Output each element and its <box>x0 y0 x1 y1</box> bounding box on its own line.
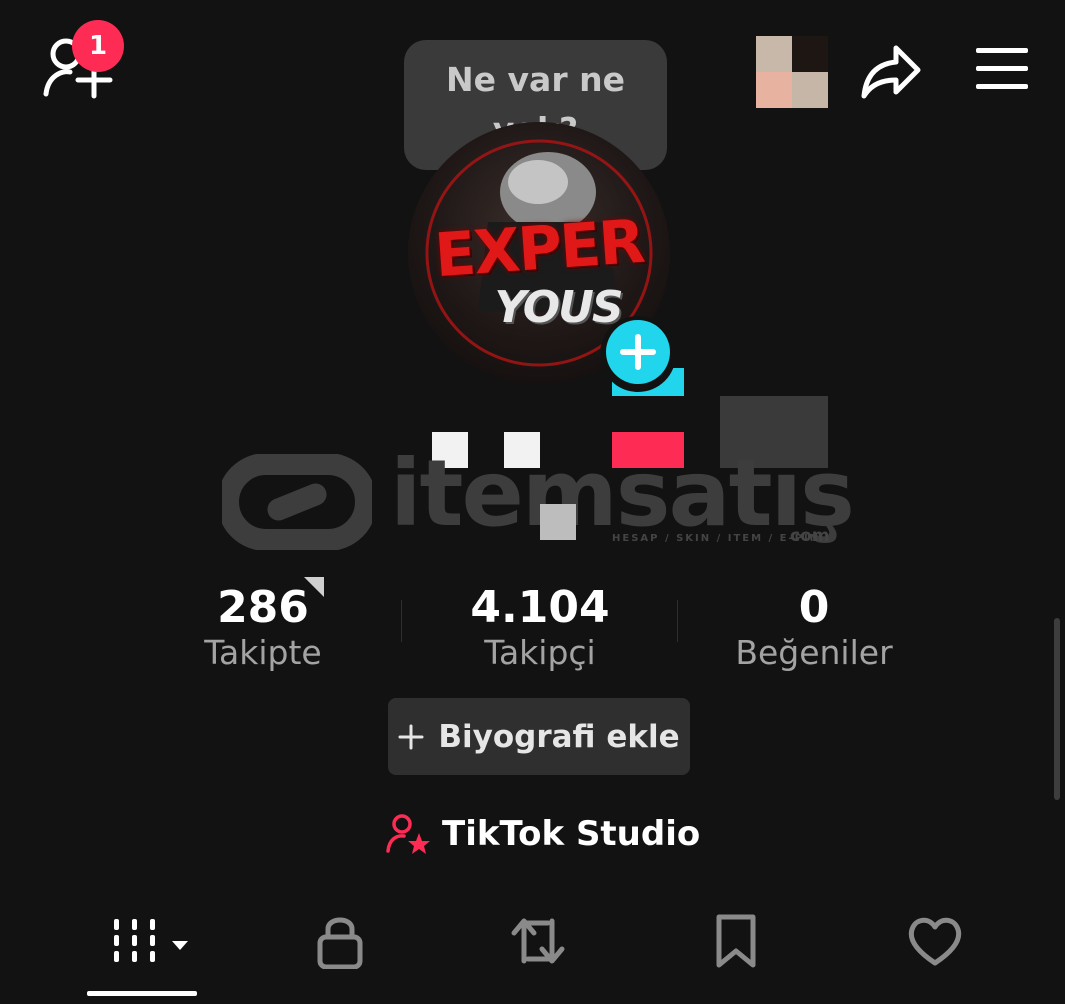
stat-followers[interactable]: 4.104 Takipçi <box>440 582 640 672</box>
censored-thumbnail[interactable] <box>756 36 828 108</box>
videos-tab[interactable] <box>106 908 196 974</box>
hamburger-icon <box>976 48 1028 89</box>
watermark-suffix: com <box>790 526 830 546</box>
liked-tab[interactable] <box>895 908 975 974</box>
watermark-link-icon <box>217 453 377 551</box>
stat-value: 4.104 <box>470 582 610 633</box>
add-bio-label: Biyografi ekle <box>438 718 680 755</box>
stat-label: Beğeniler <box>735 633 893 672</box>
reposts-tab[interactable] <box>498 908 578 974</box>
grid-bars-icon <box>114 919 188 962</box>
repost-icon <box>511 918 565 964</box>
stat-value: 0 <box>798 582 830 633</box>
stat-label: Takipte <box>204 633 322 672</box>
add-bio-button[interactable]: Biyografi ekle <box>388 698 690 775</box>
censored-block <box>540 504 576 540</box>
heart-icon <box>908 917 962 966</box>
watermark-text: itemsatış <box>390 440 855 547</box>
notification-badge: 1 <box>72 20 124 72</box>
private-tab[interactable] <box>300 908 380 974</box>
active-tab-indicator <box>87 991 197 996</box>
stat-label: Takipçi <box>484 633 596 672</box>
avatar-add-button[interactable] <box>596 316 684 396</box>
stat-likes[interactable]: 0 Beğeniler <box>724 582 904 672</box>
studio-label: TikTok Studio <box>442 814 701 854</box>
favorites-tab[interactable] <box>696 908 776 974</box>
person-star-icon <box>386 814 430 854</box>
scrollbar[interactable] <box>1054 618 1060 800</box>
watermark-tagline: HESAP / SKIN / ITEM / E-PIN <box>612 533 821 544</box>
menu-button[interactable] <box>972 46 1032 92</box>
plus-icon <box>398 724 424 749</box>
lock-icon <box>317 917 363 969</box>
plus-icon <box>600 316 684 396</box>
stat-divider <box>677 600 678 642</box>
corner-mark <box>304 577 324 597</box>
tiktok-studio-link[interactable]: TikTok Studio <box>386 808 700 860</box>
stat-divider <box>401 600 402 642</box>
share-button[interactable] <box>858 40 924 102</box>
bookmark-icon <box>716 914 756 968</box>
share-icon <box>861 45 921 99</box>
